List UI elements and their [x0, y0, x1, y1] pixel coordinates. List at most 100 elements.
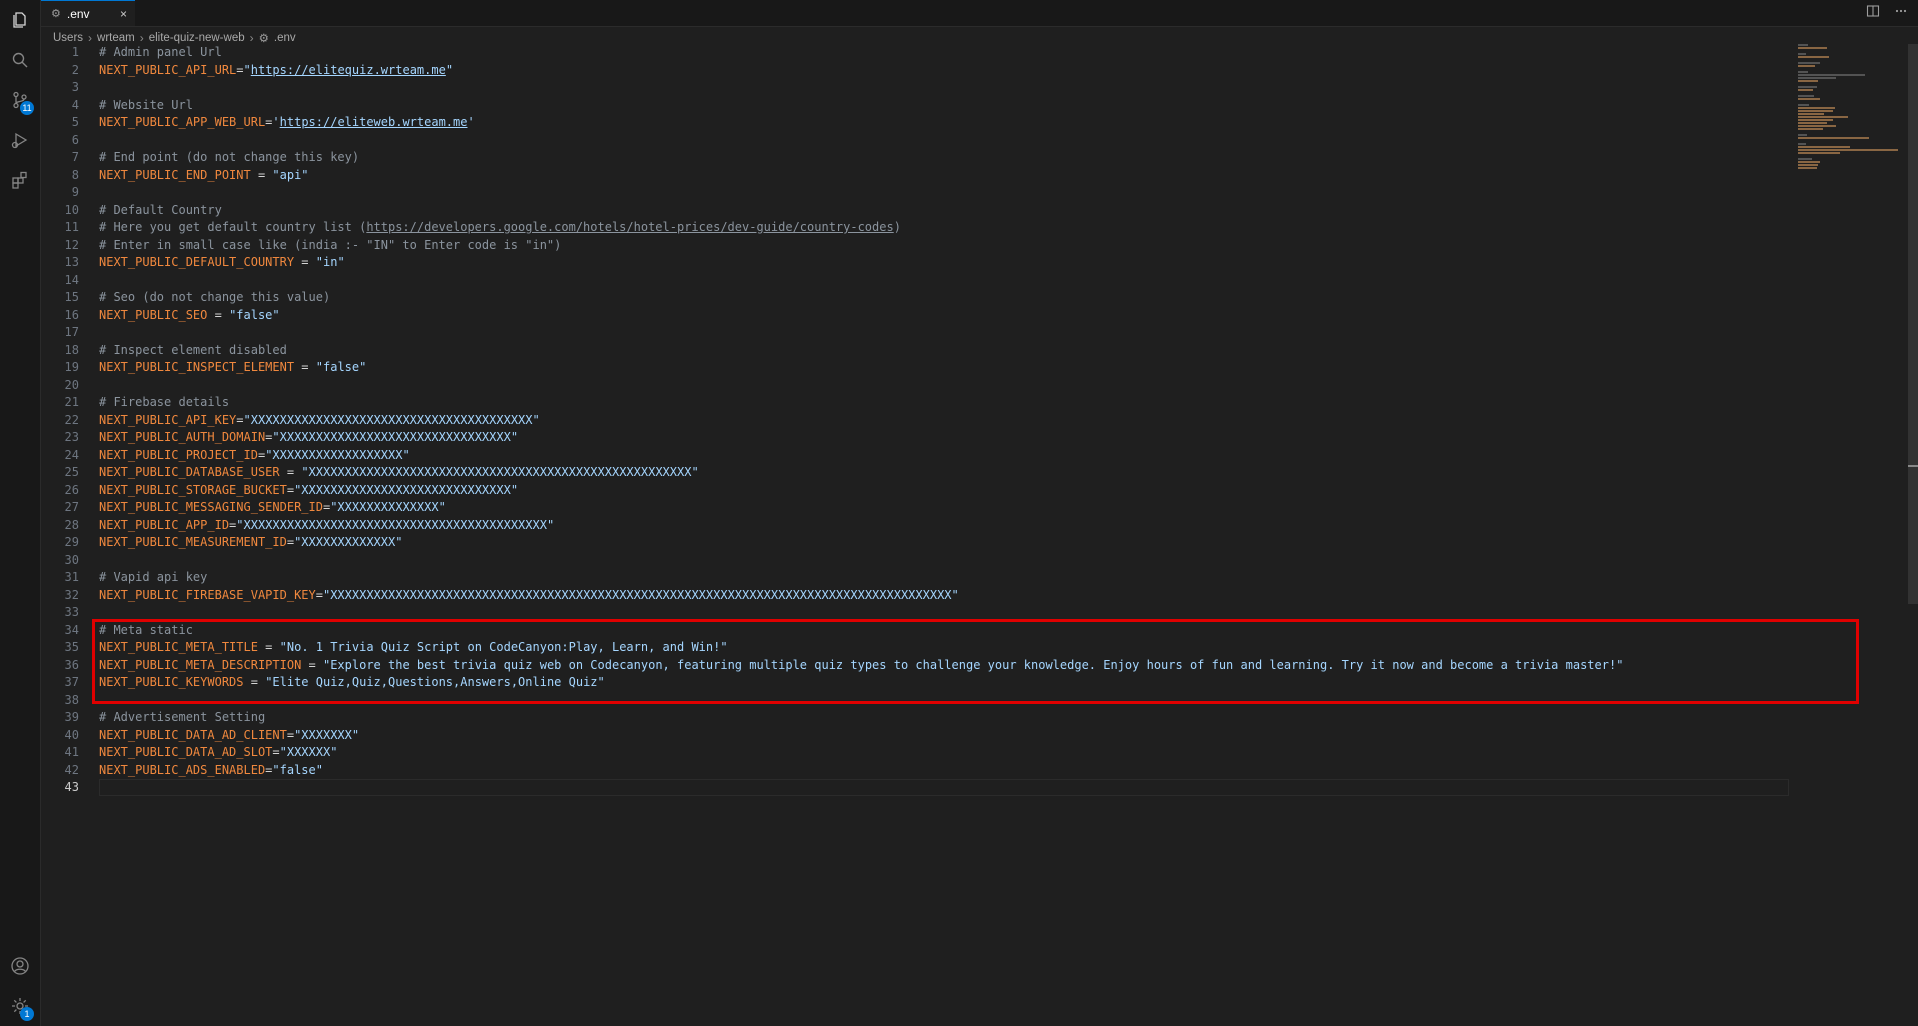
code-line[interactable]: 34 # Meta static: [41, 622, 1918, 640]
code-token: NEXT_PUBLIC_FIREBASE_VAPID_KEY: [99, 587, 316, 602]
minimap-line: [1798, 119, 1833, 121]
line-number: 1: [71, 45, 79, 59]
code-line[interactable]: 38: [41, 692, 1918, 710]
code-line[interactable]: 22 NEXT_PUBLIC_API_KEY="XXXXXXXXXXXXXXXXX…: [41, 412, 1918, 430]
minimap-line: [1798, 71, 1809, 73]
code-token: NEXT_PUBLIC_INSPECT_ELEMENT: [99, 360, 295, 374]
code-line[interactable]: 11 # Here you get default country list (h…: [41, 219, 1918, 237]
code-line[interactable]: 9: [41, 184, 1918, 202]
code-token: "XXXXXXXXXXXXXXXXXXXXXXXXXXXXXXXXXXXXXXX…: [301, 465, 699, 479]
code-line[interactable]: 13 NEXT_PUBLIC_DEFAULT_COUNTRY = "in": [41, 254, 1918, 272]
line-number: 26: [64, 482, 79, 497]
code-line[interactable]: 35 NEXT_PUBLIC_META_TITLE = "No. 1 Trivia…: [41, 639, 1918, 657]
account-icon[interactable]: [0, 946, 40, 986]
code-line[interactable]: 42 NEXT_PUBLIC_ADS_ENABLED="false": [41, 762, 1918, 780]
more-actions-icon[interactable]: [1894, 4, 1908, 21]
line-number: 25: [64, 465, 79, 479]
line-number: 37: [64, 675, 79, 689]
code-line[interactable]: 20: [41, 377, 1918, 395]
line-number: 21: [64, 395, 79, 409]
code-line[interactable]: 6: [41, 132, 1918, 150]
code-line[interactable]: 33: [41, 604, 1918, 622]
minimap[interactable]: [1798, 44, 1906, 169]
vertical-scrollbar[interactable]: [1908, 44, 1918, 604]
code-line[interactable]: 4 # Website Url: [41, 97, 1918, 115]
line-number: 8: [71, 167, 79, 182]
code-line[interactable]: 18 # Inspect element disabled: [41, 342, 1918, 360]
code-line[interactable]: 19 NEXT_PUBLIC_INSPECT_ELEMENT = "false": [41, 359, 1918, 377]
code-token: # Enter in small case like (india :- "IN…: [99, 237, 562, 252]
code-line[interactable]: 15 # Seo (do not change this value): [41, 289, 1918, 307]
extensions-icon[interactable]: [0, 160, 40, 200]
code-token: NEXT_PUBLIC_END_POINT: [99, 167, 251, 182]
code-line[interactable]: 14: [41, 272, 1918, 290]
minimap-line: [1798, 128, 1824, 130]
close-icon[interactable]: ×: [120, 7, 127, 21]
tab-env[interactable]: ⚙ .env ×: [41, 0, 135, 26]
run-debug-icon[interactable]: [0, 120, 40, 160]
code-line[interactable]: 25 NEXT_PUBLIC_DATABASE_USER = "XXXXXXXXX…: [41, 464, 1918, 482]
code-link[interactable]: https://eliteweb.wrteam.me: [280, 115, 468, 129]
line-number: 16: [64, 307, 79, 322]
line-number: 29: [64, 535, 79, 549]
code-line[interactable]: 8 NEXT_PUBLIC_END_POINT = "api": [41, 167, 1918, 185]
minimap-line: [1798, 137, 1870, 139]
source-control-icon[interactable]: 11: [0, 80, 40, 120]
code-line[interactable]: 1 # Admin panel Url: [41, 44, 1918, 62]
code-line[interactable]: 10 # Default Country: [41, 202, 1918, 220]
code-text: # Vapid api key: [99, 569, 207, 587]
code-line[interactable]: 17: [41, 324, 1918, 342]
code-line[interactable]: 29 NEXT_PUBLIC_MEASUREMENT_ID="XXXXXXXXXX…: [41, 534, 1918, 552]
code-token: # Meta static: [99, 622, 193, 637]
code-line[interactable]: 21 # Firebase details: [41, 394, 1918, 412]
code-line[interactable]: 23 NEXT_PUBLIC_AUTH_DOMAIN="XXXXXXXXXXXXX…: [41, 429, 1918, 447]
code-editor[interactable]: 1 # Admin panel Url 2 NEXT_PUBLIC_API_URL="…: [41, 44, 1918, 797]
breadcrumb-item[interactable]: Users: [53, 32, 83, 44]
search-icon[interactable]: [0, 40, 40, 80]
code-link[interactable]: https://elitequiz.wrteam.me: [251, 63, 446, 77]
breadcrumb-item[interactable]: wrteam: [97, 32, 135, 44]
split-editor-icon[interactable]: [1866, 4, 1880, 21]
code-line[interactable]: 5 NEXT_PUBLIC_APP_WEB_URL='https://elitew…: [41, 114, 1918, 132]
code-line[interactable]: 43: [41, 779, 1918, 797]
code-line[interactable]: 40 NEXT_PUBLIC_DATA_AD_CLIENT="XXXXXXX": [41, 727, 1918, 745]
settings-gear-icon[interactable]: 1: [0, 986, 40, 1026]
code-line[interactable]: 12 # Enter in small case like (india :- "…: [41, 237, 1918, 255]
code-line[interactable]: 36 NEXT_PUBLIC_META_DESCRIPTION = "Explor…: [41, 657, 1918, 675]
code-line[interactable]: 28 NEXT_PUBLIC_APP_ID="XXXXXXXXXXXXXXXXXX…: [41, 517, 1918, 535]
breadcrumb-item[interactable]: .env: [274, 32, 296, 44]
line-number: 40: [64, 727, 79, 742]
code-text: NEXT_PUBLIC_AUTH_DOMAIN="XXXXXXXXXXXXXXX…: [99, 429, 518, 447]
code-line[interactable]: 26 NEXT_PUBLIC_STORAGE_BUCKET="XXXXXXXXXX…: [41, 482, 1918, 500]
code-line[interactable]: 2 NEXT_PUBLIC_API_URL="https://elitequiz.…: [41, 62, 1918, 80]
minimap-line: [1798, 149, 1898, 151]
code-line[interactable]: 37 NEXT_PUBLIC_KEYWORDS = "Elite Quiz,Qui…: [41, 674, 1918, 692]
line-number: 13: [64, 255, 79, 269]
code-token: "in": [315, 255, 345, 269]
explorer-files-icon[interactable]: [0, 0, 40, 40]
code-token: "XXXXXX": [279, 745, 338, 759]
code-token: "XXXXXXXXXXXXXXXXXXXXXXXXXXXXXXXX": [272, 430, 519, 444]
code-line[interactable]: 27 NEXT_PUBLIC_MESSAGING_SENDER_ID="XXXXX…: [41, 499, 1918, 517]
line-number: 6: [71, 132, 79, 147]
code-link[interactable]: https://developers.google.com/hotels/hot…: [366, 220, 893, 234]
minimap-line: [1798, 56, 1830, 58]
code-text: NEXT_PUBLIC_META_TITLE = "No. 1 Trivia Q…: [99, 639, 728, 657]
code-line[interactable]: 32 NEXT_PUBLIC_FIREBASE_VAPID_KEY="XXXXXX…: [41, 587, 1918, 605]
code-line[interactable]: 39 # Advertisement Setting: [41, 709, 1918, 727]
code-line[interactable]: 24 NEXT_PUBLIC_PROJECT_ID="XXXXXXXXXXXXXX…: [41, 447, 1918, 465]
code-line[interactable]: 30: [41, 552, 1918, 570]
line-number: 10: [64, 202, 79, 217]
code-token: NEXT_PUBLIC_SEO: [99, 307, 208, 322]
code-text: NEXT_PUBLIC_DATA_AD_CLIENT="XXXXXXX": [99, 727, 359, 745]
code-line[interactable]: 31 # Vapid api key: [41, 569, 1918, 587]
code-line[interactable]: 41 NEXT_PUBLIC_DATA_AD_SLOT="XXXXXX": [41, 744, 1918, 762]
code-text: # Website Url: [99, 97, 193, 115]
code-line[interactable]: 7 # End point (do not change this key): [41, 149, 1918, 167]
minimap-line: [1798, 125, 1836, 127]
code-line[interactable]: 3: [41, 79, 1918, 97]
code-line[interactable]: 16 NEXT_PUBLIC_SEO = "false": [41, 307, 1918, 325]
minimap-line: [1798, 110, 1833, 112]
minimap-line: [1798, 53, 1806, 55]
breadcrumb-item[interactable]: elite-quiz-new-web: [149, 32, 245, 44]
